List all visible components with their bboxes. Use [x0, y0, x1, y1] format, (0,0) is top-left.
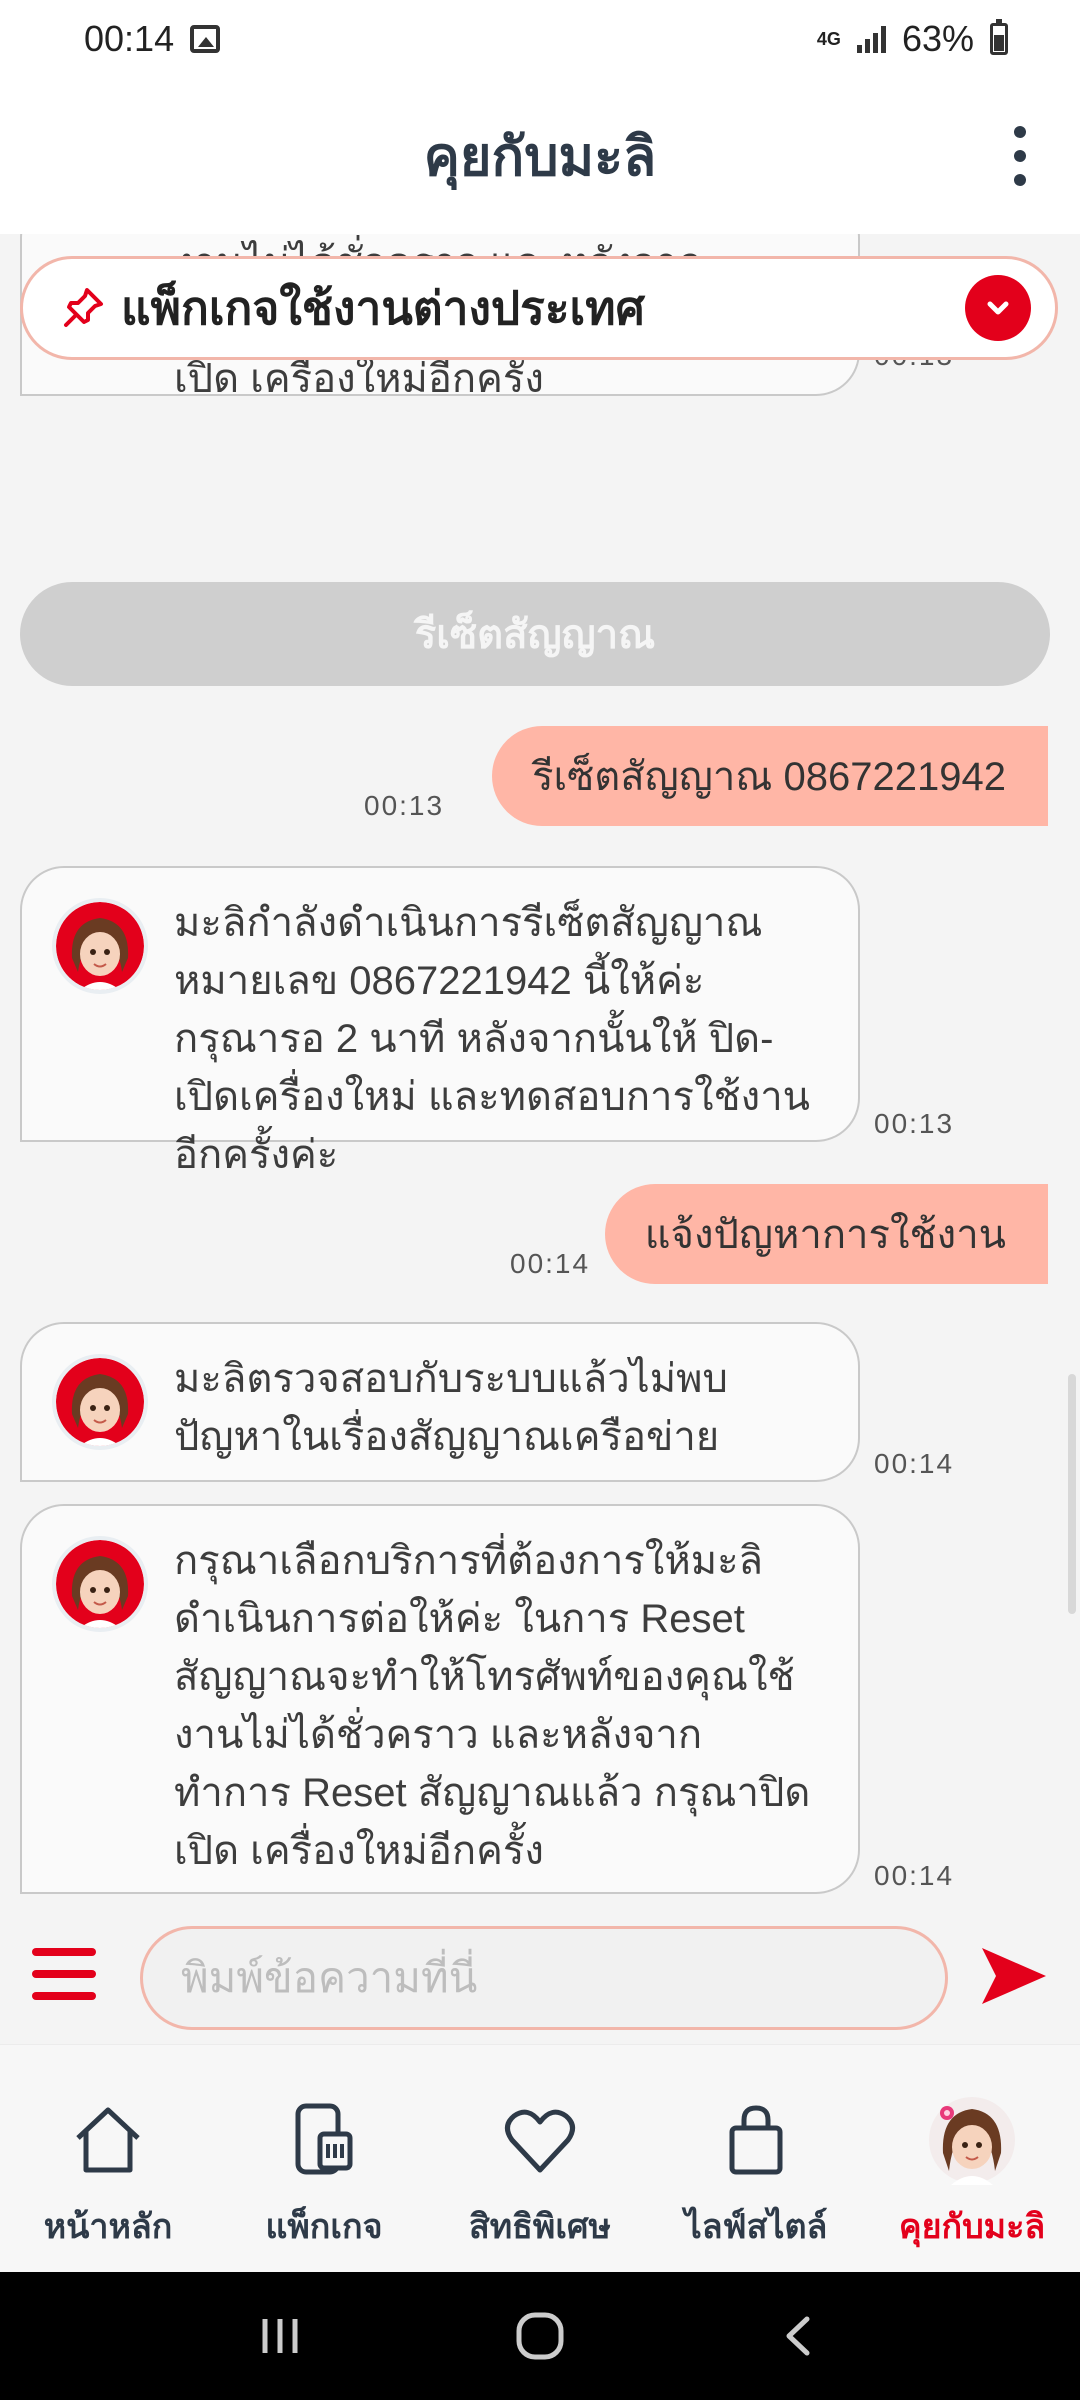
bottom-navigation: หน้าหลัก แพ็กเกจ สิทธิพิเศษ ไลฟ์สไตล์ คุ…	[0, 2044, 1080, 2272]
image-notification-icon	[190, 25, 221, 53]
page-title: คุยกับมะลิ	[423, 127, 657, 187]
mali-avatar	[52, 1354, 148, 1450]
shopping-bag-icon	[711, 2095, 801, 2185]
nav-item-privileges[interactable]: สิทธิพิเศษ	[432, 2045, 648, 2273]
message-time: 00:14	[874, 1860, 955, 1891]
send-icon[interactable]	[978, 1940, 1050, 2012]
bot-message: มะลิกำลังดำเนินการรีเซ็ตสัญญาณหมายเลข 08…	[20, 866, 860, 1177]
more-options-icon[interactable]	[1000, 126, 1040, 186]
home-button-icon[interactable]	[500, 2296, 580, 2376]
message-composer	[0, 1894, 1080, 2044]
nav-item-chat-mali[interactable]: คุยกับมะลิ	[864, 2045, 1080, 2273]
home-icon	[63, 2095, 153, 2185]
mali-avatar	[52, 898, 148, 994]
signal-icon	[856, 25, 886, 53]
recent-apps-icon[interactable]	[240, 2296, 320, 2376]
status-right: 4G 63%	[817, 18, 1008, 60]
system-navigation-bar	[0, 2272, 1080, 2400]
mali-avatar	[52, 1536, 148, 1632]
bot-message: กรุณาเลือกบริการที่ต้องการให้มะลิดำเนินก…	[20, 1504, 860, 1894]
message-time: 00:13	[874, 1108, 955, 1139]
bot-message: มะลิตรวจสอบกับระบบแล้วไม่พบปัญหาในเรื่อง…	[20, 1322, 860, 1482]
status-bar: 00:14 4G 63%	[0, 0, 1080, 78]
message-time: 00:14	[874, 1448, 955, 1479]
nav-label: ไลฟ์สไตล์	[684, 2208, 828, 2246]
nav-item-lifestyle[interactable]: ไลฟ์สไตล์	[648, 2045, 864, 2273]
nav-label: หน้าหลัก	[43, 2208, 173, 2246]
battery-percent: 63%	[901, 18, 974, 59]
user-message-text: แจ้งปัญหาการใช้งาน	[644, 1213, 1006, 1257]
bot-message-text: มะลิตรวจสอบกับระบบแล้วไม่พบปัญหาในเรื่อง…	[174, 1357, 728, 1459]
sim-phone-icon	[279, 2095, 369, 2185]
nav-item-home[interactable]: หน้าหลัก	[0, 2045, 216, 2273]
user-message: รีเซ็ตสัญญาณ 0867221942	[491, 726, 1048, 826]
pinned-topic-title: แพ็กเกจใช้งานต่างประเทศ	[121, 281, 645, 334]
mali-avatar-icon	[927, 2095, 1017, 2185]
bot-message-text: มะลิกำลังดำเนินการรีเซ็ตสัญญาณหมายเลข 08…	[174, 901, 811, 1177]
chat-scrollbar[interactable]	[1068, 1374, 1076, 1614]
message-time: 00:14	[510, 1248, 591, 1279]
chat-area[interactable]: งานไม่ได้ชั่วคราว และหลังจากทำการ Reset …	[0, 234, 1080, 1894]
app-header: คุยกับมะลิ	[0, 78, 1080, 234]
user-message-text: รีเซ็ตสัญญาณ 0867221942	[531, 755, 1006, 799]
nav-label: แพ็กเกจ	[265, 2208, 383, 2246]
nav-label: สิทธิพิเศษ	[469, 2208, 611, 2246]
status-left: 00:14	[84, 18, 221, 60]
quick-reply-button[interactable]: รีเซ็ตสัญญาณ	[20, 582, 1050, 686]
nav-label: คุยกับมะลิ	[898, 2208, 1046, 2246]
pinned-topic-bar[interactable]: แพ็กเกจใช้งานต่างประเทศ	[20, 256, 1058, 360]
pin-icon	[64, 288, 103, 327]
message-input[interactable]	[140, 1926, 948, 2030]
user-message: แจ้งปัญหาการใช้งาน	[604, 1184, 1048, 1284]
battery-icon	[990, 19, 1008, 55]
network-type: 4G	[816, 29, 841, 49]
bot-message-text: กรุณาเลือกบริการที่ต้องการให้มะลิดำเนินก…	[174, 1539, 811, 1873]
nav-item-package[interactable]: แพ็กเกจ	[216, 2045, 432, 2273]
menu-icon[interactable]	[32, 1948, 96, 2000]
heart-icon	[495, 2095, 585, 2185]
status-time: 00:14	[84, 18, 175, 59]
message-time: 00:13	[364, 790, 445, 821]
chevron-down-icon[interactable]	[965, 275, 1031, 341]
back-icon[interactable]	[760, 2296, 840, 2376]
